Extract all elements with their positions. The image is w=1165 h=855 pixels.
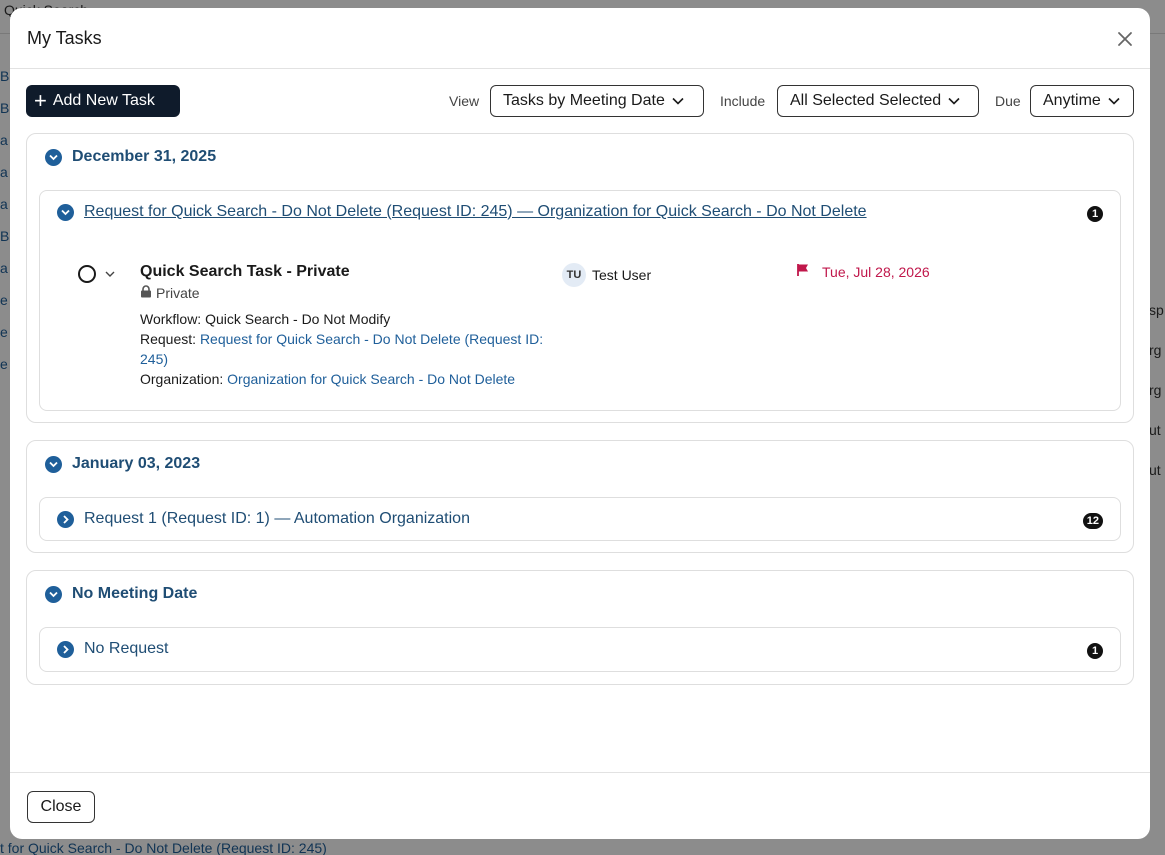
- assignee-name: Test User: [592, 267, 652, 283]
- group-toggle[interactable]: No Meeting Date: [45, 585, 197, 603]
- request-link[interactable]: Request for Quick Search - Do Not Delete…: [140, 331, 543, 367]
- include-select-value: All Selected Selected: [790, 92, 942, 109]
- chevron-down-icon: [1108, 97, 1120, 105]
- avatar: TU: [562, 263, 586, 287]
- chevron-down-icon: [45, 585, 62, 603]
- group-date: December 31, 2025: [72, 148, 217, 165]
- modal-title: My Tasks: [27, 28, 102, 48]
- add-new-task-label: Add New Task: [52, 92, 155, 109]
- workflow-line: Workflow: Quick Search - Do Not Modify: [140, 309, 560, 329]
- meeting-date-group: January 03, 2023 Request 1 (Request ID: …: [26, 440, 1134, 553]
- workflow-label: Workflow:: [140, 311, 202, 327]
- request-line: Request: Request for Quick Search - Do N…: [140, 329, 560, 369]
- close-button[interactable]: Close: [27, 791, 95, 823]
- request-title: Request 1 (Request ID: 1) — Automation O…: [84, 510, 470, 527]
- workflow-value: Quick Search - Do Not Modify: [205, 311, 391, 327]
- my-tasks-modal: My Tasks + Add New Task View Tasks by Me…: [10, 8, 1150, 839]
- organization-label: Organization:: [140, 371, 224, 387]
- task-row: Quick Search Task - Private Private Work…: [78, 263, 1098, 393]
- organization-line: Organization: Organization for Quick Sea…: [140, 369, 560, 389]
- group-toggle[interactable]: January 03, 2023: [45, 455, 200, 473]
- group-toggle[interactable]: December 31, 2025: [45, 148, 216, 166]
- request-group: Request for Quick Search - Do Not Delete…: [39, 190, 1121, 411]
- toolbar: + Add New Task View Tasks by Meeting Dat…: [10, 85, 1150, 119]
- chevron-down-icon: [672, 97, 684, 105]
- close-icon[interactable]: [1114, 28, 1136, 50]
- task-count-badge: 12: [1082, 513, 1103, 529]
- chevron-down-icon: [45, 455, 62, 473]
- privacy-indicator: Private: [140, 285, 200, 301]
- chevron-down-icon[interactable]: [104, 268, 116, 280]
- due-select[interactable]: Anytime: [1030, 85, 1134, 117]
- request-toggle[interactable]: Request 1 (Request ID: 1) — Automation O…: [57, 510, 470, 528]
- flag-icon: [796, 263, 810, 280]
- add-new-task-button[interactable]: + Add New Task: [26, 85, 180, 117]
- chevron-right-icon: [57, 640, 74, 658]
- task-count-badge: 1: [1087, 643, 1103, 659]
- request-title-link[interactable]: Request for Quick Search - Do Not Delete…: [84, 203, 867, 221]
- complete-task-radio[interactable]: [78, 265, 96, 283]
- modal-header: My Tasks: [10, 8, 1150, 69]
- chevron-down-icon: [45, 148, 62, 166]
- task-title[interactable]: Quick Search Task - Private: [140, 263, 350, 281]
- due-date[interactable]: Tue, Jul 28, 2026: [796, 263, 930, 280]
- task-details: Workflow: Quick Search - Do Not Modify R…: [140, 309, 560, 389]
- request-toggle[interactable]: Request for Quick Search - Do Not Delete…: [57, 203, 867, 221]
- meeting-date-group: December 31, 2025 Request for Quick Sear…: [26, 133, 1134, 423]
- chevron-right-icon: [57, 510, 74, 528]
- modal-footer: Close: [10, 772, 1150, 839]
- view-label: View: [449, 93, 480, 109]
- chevron-down-icon: [57, 203, 74, 221]
- privacy-label: Private: [156, 285, 200, 301]
- request-group: Request 1 (Request ID: 1) — Automation O…: [39, 497, 1121, 541]
- request-title: No Request: [84, 640, 169, 657]
- organization-link[interactable]: Organization for Quick Search - Do Not D…: [227, 371, 515, 387]
- task-count-badge: 1: [1087, 206, 1103, 222]
- request-toggle[interactable]: No Request: [57, 640, 169, 658]
- lock-icon: [140, 285, 152, 301]
- due-select-value: Anytime: [1043, 92, 1101, 109]
- due-label: Due: [995, 93, 1021, 109]
- include-select[interactable]: All Selected Selected: [777, 85, 979, 117]
- request-label: Request:: [140, 331, 197, 347]
- group-date: No Meeting Date: [72, 585, 198, 602]
- plus-icon: +: [34, 88, 47, 113]
- view-select-value: Tasks by Meeting Date: [503, 92, 665, 109]
- chevron-down-icon: [948, 97, 960, 105]
- include-label: Include: [720, 93, 766, 109]
- group-date: January 03, 2023: [72, 455, 201, 472]
- request-group: No Request 1: [39, 627, 1121, 672]
- due-date-text: Tue, Jul 28, 2026: [822, 263, 930, 280]
- assignee[interactable]: TU Test User: [562, 263, 651, 287]
- view-select[interactable]: Tasks by Meeting Date: [490, 85, 704, 117]
- meeting-date-group: No Meeting Date No Request 1: [26, 570, 1134, 685]
